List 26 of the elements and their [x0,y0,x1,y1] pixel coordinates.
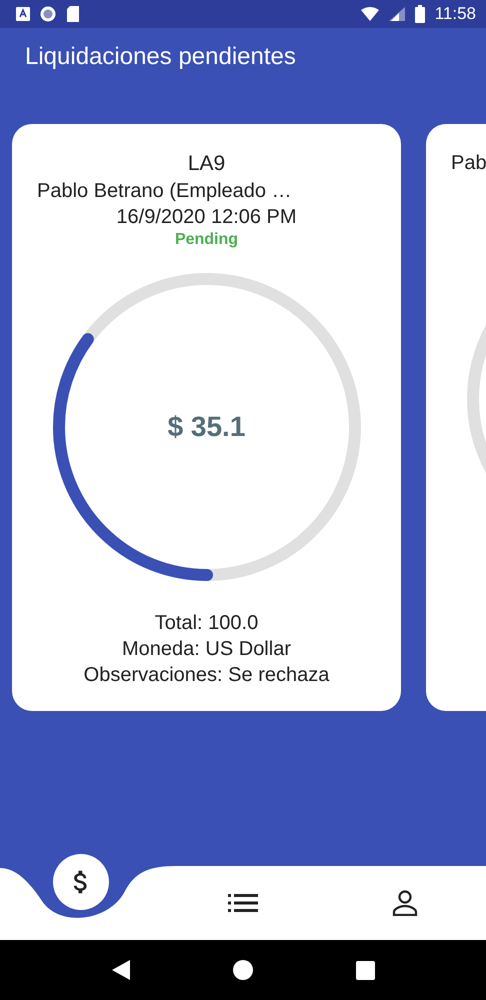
wifi-icon [360,7,379,21]
employee-name: Pablo Betrano (Empleado … [36,179,293,204]
page-title: Liquidaciones pendientes [24,42,297,72]
settlement-date: 16/9/2020 12:06 PM [116,205,297,230]
font-app-icon [16,7,30,21]
circle-icon [40,6,56,22]
settlement-card[interactable]: LA9 Pablo Betrano (Empleado … 16/9/2020 12:06 PM Pending $ 35.1 Total: 100.0 Moneda: US Dollar Observaciones: Se rechaza [12,124,401,711]
recents-icon[interactable] [356,960,374,980]
signal-icon [388,7,405,21]
notes-text: Observaciones: Se rechaza [84,663,330,688]
nav-tab[interactable] [228,893,258,913]
currency-text: Moneda: US Dollar [121,637,292,662]
back-icon[interactable] [112,960,130,980]
settlement-card[interactable]: Pab [426,124,486,711]
status-label: Pending [174,230,238,250]
list-icon [228,893,258,913]
home-icon[interactable] [232,960,252,980]
person-icon [392,890,418,916]
total-text: Total: 100.0 [154,611,260,636]
amount: $ 35.1 [166,411,246,443]
battery-icon [414,5,425,23]
settlement-code: LA9 [188,151,226,177]
sd-card-icon [66,6,80,22]
clock: 11:58 [434,4,476,24]
nav-tab[interactable] [392,890,418,916]
employee-name: Pab [450,151,486,176]
